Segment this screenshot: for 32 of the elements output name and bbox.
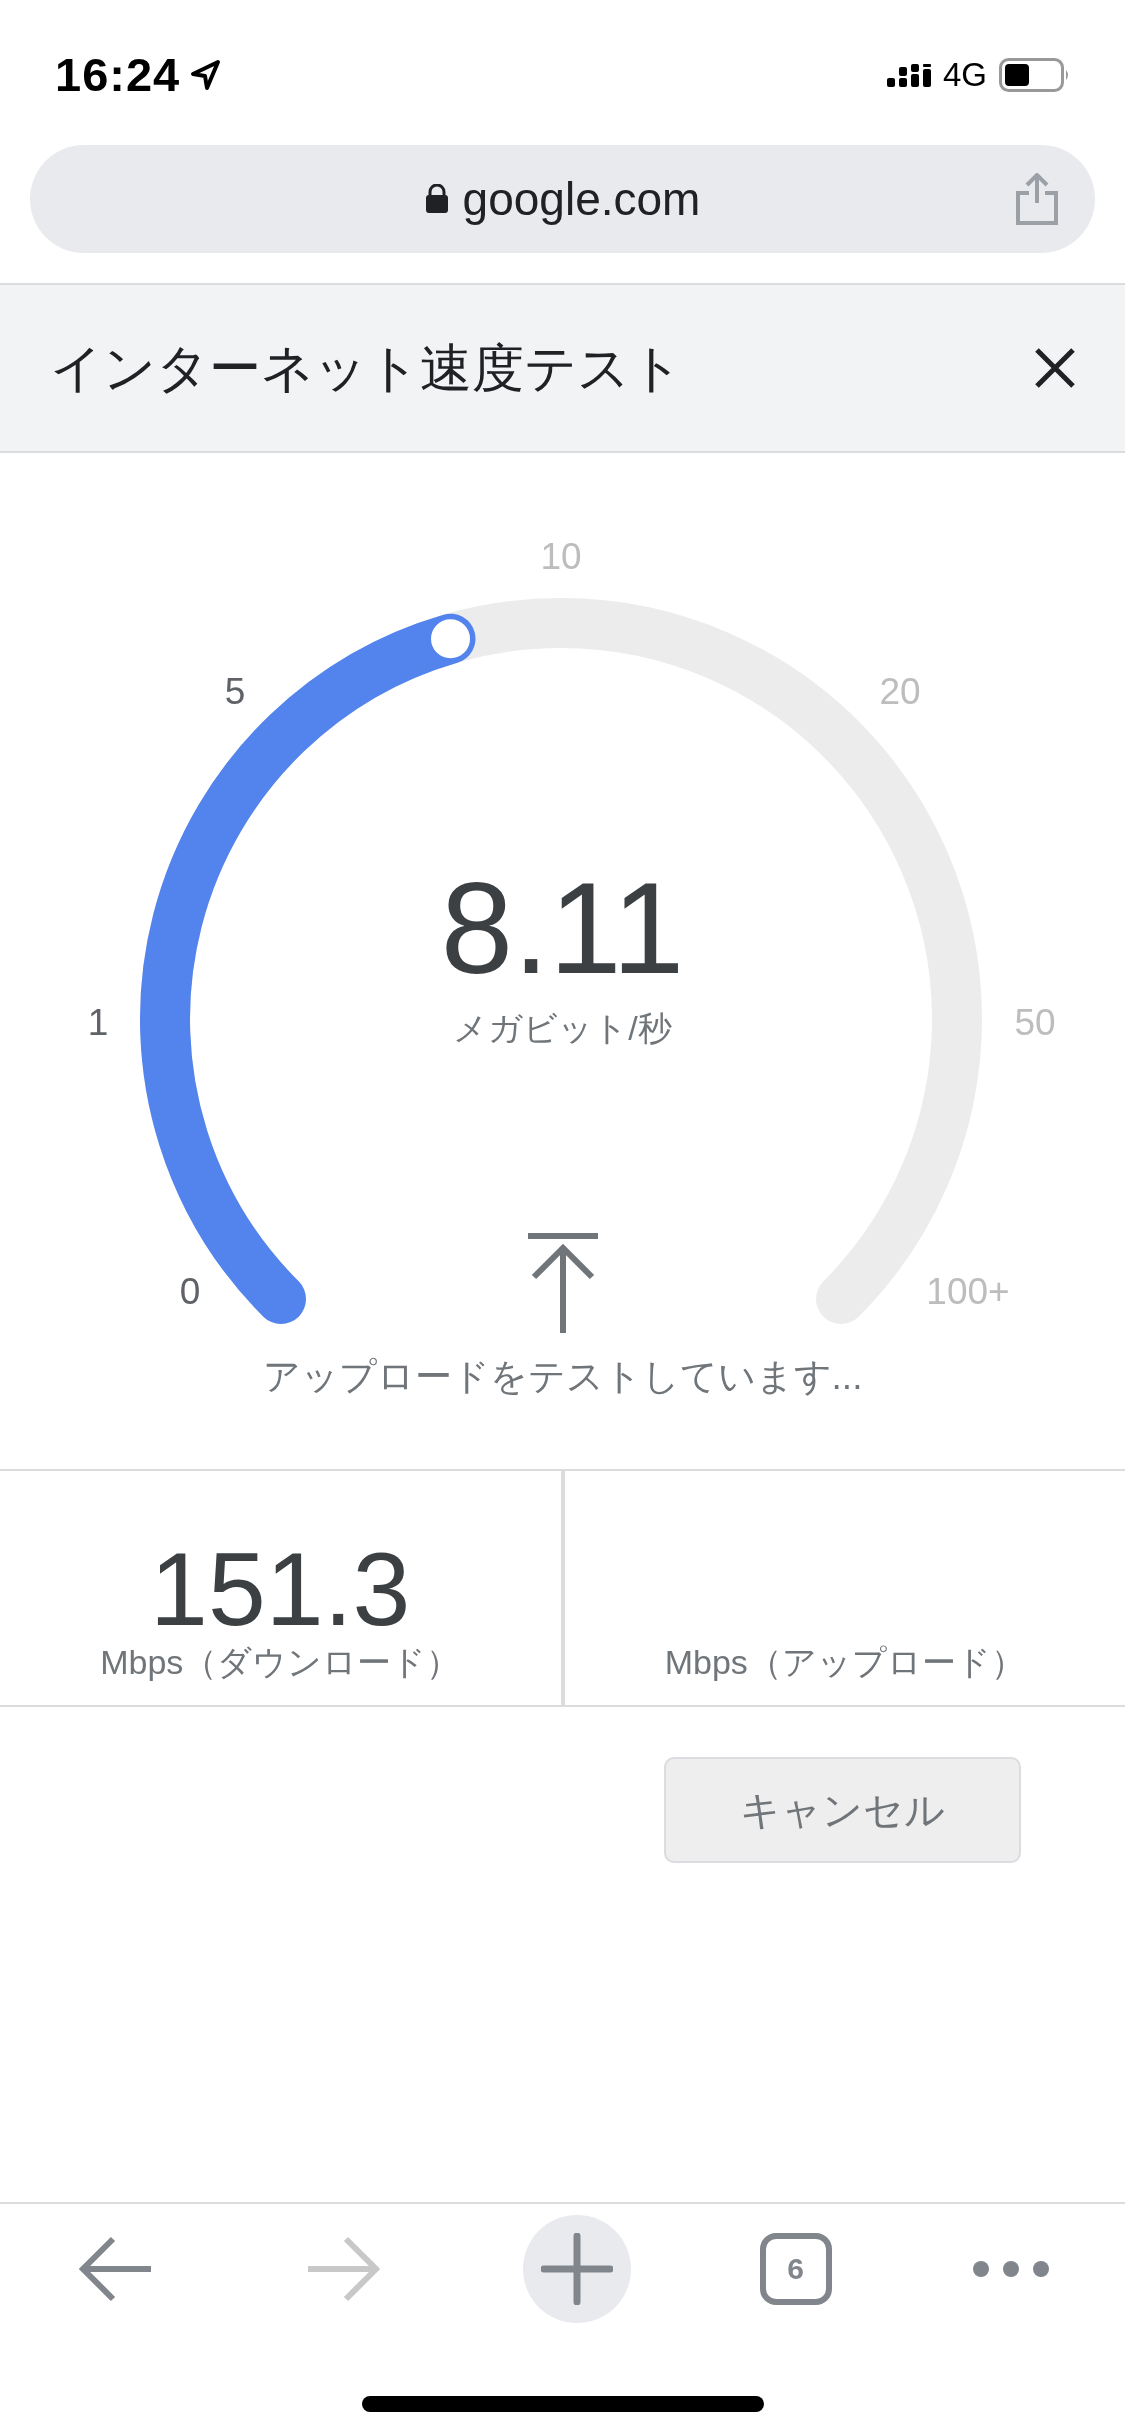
share-icon	[1013, 173, 1061, 227]
gauge-tick-label: 10	[540, 537, 582, 575]
battery-icon	[999, 58, 1070, 92]
forward-arrow-icon	[307, 2235, 380, 2303]
address-bar[interactable]: google.com	[30, 145, 1095, 253]
plus-icon	[540, 2233, 613, 2305]
gauge-tick-label: 5	[224, 672, 246, 710]
panel-title: インターネット速度テスト	[50, 338, 683, 399]
status-time: 16:24	[55, 46, 181, 103]
gauge-tick-label: 100+	[926, 1272, 1010, 1310]
speed-reading: 8.11	[440, 863, 685, 993]
upload-arrow-icon	[528, 1233, 598, 1333]
gauge-tick-label: 50	[1014, 1003, 1056, 1041]
result-label: Mbps（アップロード）	[664, 1645, 1025, 1679]
gauge-tick-label: 20	[879, 672, 921, 710]
signal-icon	[886, 63, 931, 87]
url-text: google.com	[462, 171, 701, 227]
more-icon	[972, 2261, 1049, 2277]
back-arrow-icon	[78, 2235, 151, 2303]
tab-count-button[interactable]: 6	[759, 2233, 832, 2305]
speed-unit: メガビット/秒	[453, 1011, 672, 1045]
location-arrow-icon	[190, 59, 223, 91]
lock-icon	[424, 184, 449, 214]
result-value: 151.3	[150, 1537, 411, 1641]
test-status-text: アップロードをテストしています...	[261, 1358, 864, 1395]
result-label: Mbps（ダウンロード）	[100, 1645, 461, 1679]
share-button[interactable]	[1013, 173, 1061, 227]
gauge-tick-label: 1	[87, 1003, 109, 1041]
close-icon	[1033, 346, 1077, 390]
gauge-tick-label: 0	[179, 1272, 201, 1310]
network-type: 4G	[942, 55, 987, 96]
cancel-button[interactable]: キャンセル	[664, 1757, 1021, 1863]
